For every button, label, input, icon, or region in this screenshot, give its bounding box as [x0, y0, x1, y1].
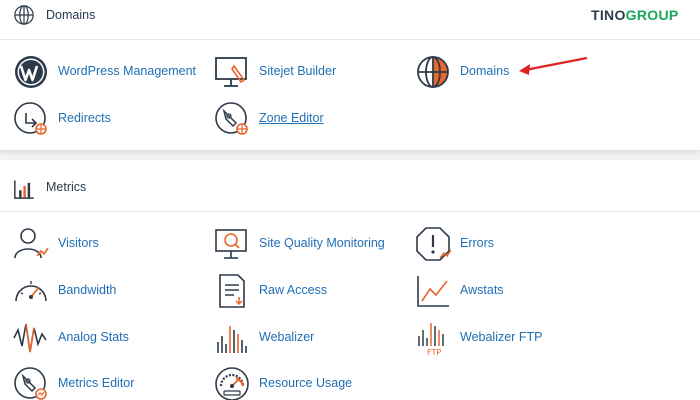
zone-editor-icon: [215, 102, 248, 135]
brand-text-part1: TINO: [591, 7, 626, 23]
bar-chart-icon: [14, 180, 34, 199]
redirects-label: Redirects: [58, 111, 111, 125]
domains-label: Domains: [460, 64, 510, 78]
wordpress-icon: [15, 56, 47, 88]
annotation-arrow-icon: [519, 56, 588, 75]
resource-usage-icon: [215, 367, 249, 400]
awstats-icon: [417, 276, 449, 307]
sitejet-icon: [215, 57, 247, 87]
webalizer-ftp-label: Webalizer FTP: [460, 330, 543, 344]
metrics-section: Metrics Visitors Site Quality Monitoring…: [0, 160, 700, 400]
wordpress-management-label: WordPress Management: [58, 64, 197, 78]
webalizer-label: Webalizer: [259, 330, 315, 344]
globe-icon: [14, 5, 34, 25]
metrics-section-header[interactable]: Metrics: [0, 160, 700, 212]
globe-icon: [417, 56, 449, 88]
bandwidth-label: Bandwidth: [58, 283, 117, 297]
brand-logo: TINOGROUP: [591, 7, 679, 23]
site-quality-monitoring-label: Site Quality Monitoring: [259, 236, 385, 250]
redirect-icon: [14, 102, 47, 135]
bandwidth-icon: [15, 281, 47, 302]
metrics-editor-icon: [14, 367, 47, 400]
webalizer-ftp-icon: FTP: [418, 323, 444, 356]
brand-text-part2: GROUP: [625, 7, 679, 23]
webalizer-icon: [217, 326, 247, 353]
sitejet-builder-label: Sitejet Builder: [259, 64, 337, 78]
resource-usage-label: Resource Usage: [259, 376, 353, 390]
zone-editor-label: Zone Editor: [259, 111, 324, 125]
awstats-label: Awstats: [460, 283, 504, 297]
site-quality-icon: [215, 229, 247, 259]
metrics-section-title: Metrics: [46, 180, 87, 194]
analog-stats-icon: [13, 323, 47, 353]
domains-section-title: Domains: [46, 8, 96, 22]
visitors-label: Visitors: [58, 236, 99, 250]
errors-icon: [416, 227, 451, 261]
raw-access-label: Raw Access: [259, 283, 328, 297]
analog-stats-label: Analog Stats: [58, 330, 129, 344]
raw-access-icon: [219, 274, 245, 308]
metrics-editor-label: Metrics Editor: [58, 376, 135, 390]
errors-label: Errors: [460, 236, 495, 250]
ftp-tag: FTP: [427, 348, 441, 356]
visitors-icon: [14, 228, 49, 259]
